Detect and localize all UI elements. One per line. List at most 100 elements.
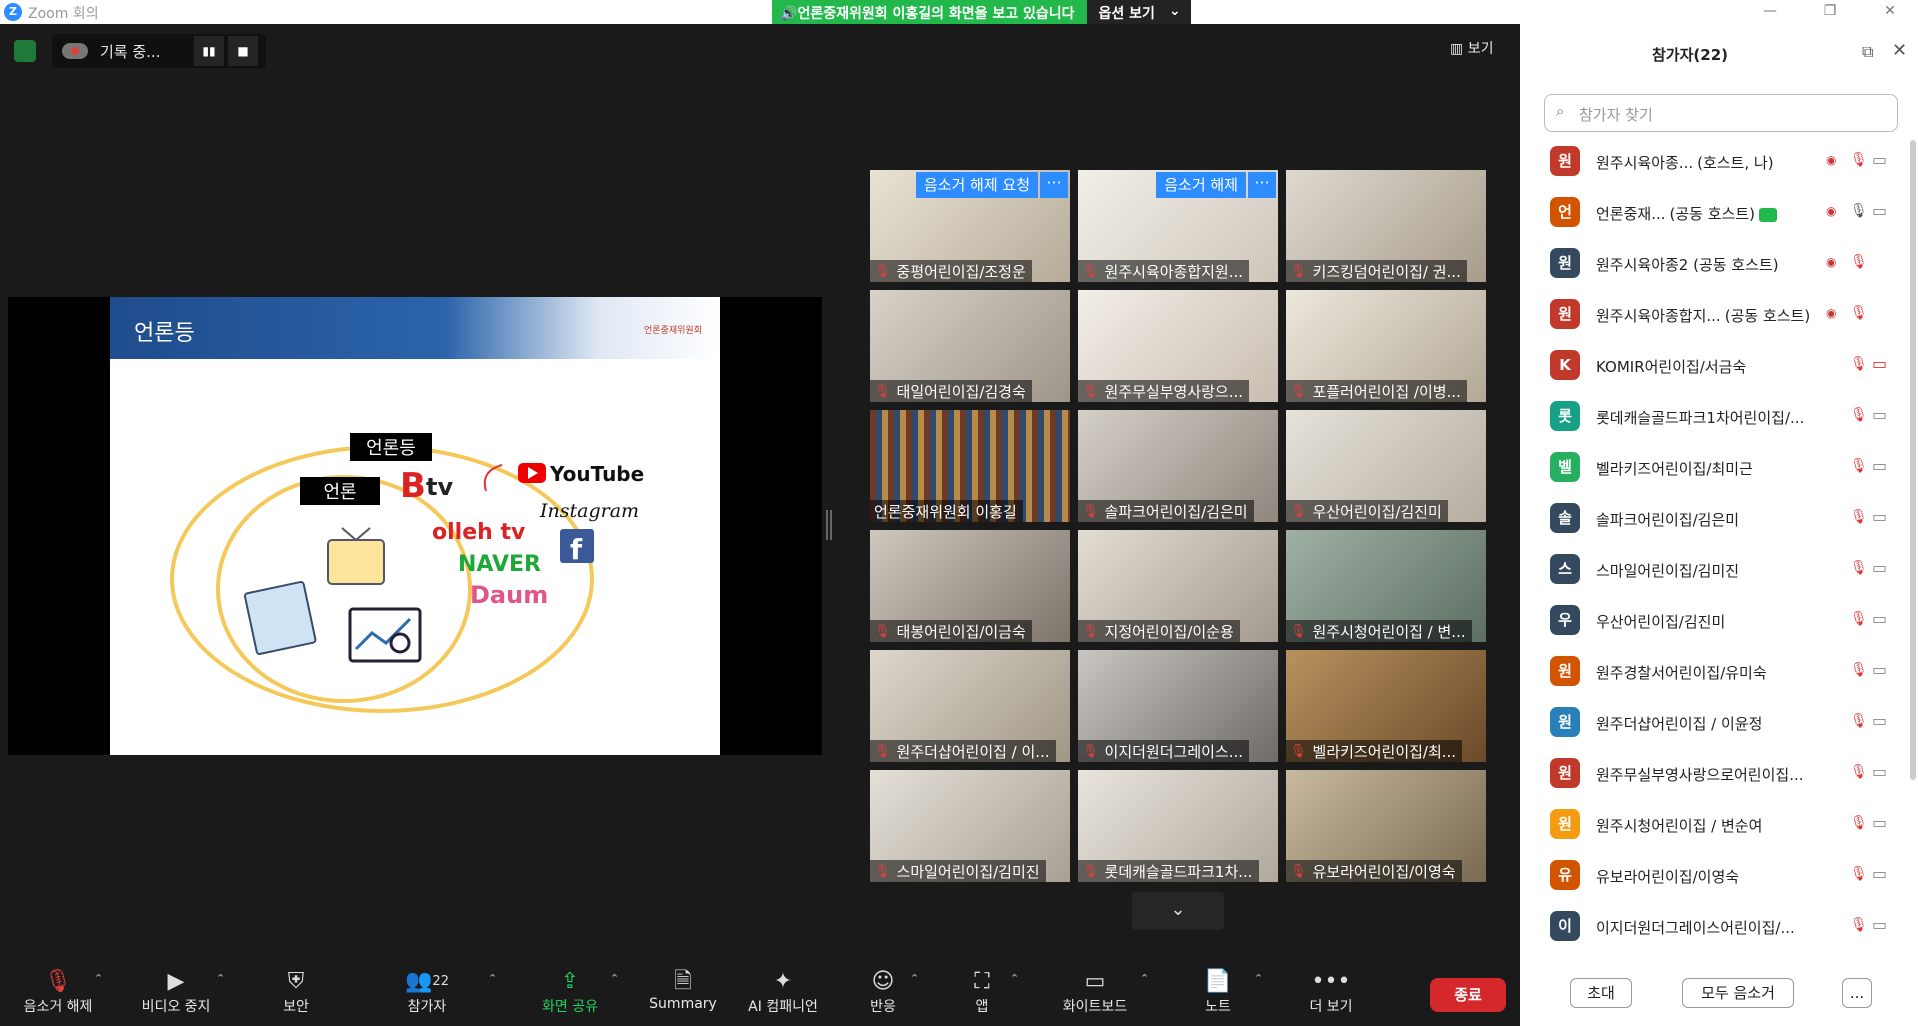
unmute-request-badge[interactable]: 음소거 해제 요청 — [915, 172, 1038, 198]
whiteboard-button[interactable]: ▭ 화이트보드 ⌃ — [1058, 958, 1149, 1026]
video-tile[interactable]: 언론중재위원회 이홍길 — [870, 410, 1070, 522]
participant-row[interactable]: 롯 롯데캐슬골드파크1차어린이집/... 🎙 ▭ — [1520, 392, 1910, 443]
video-camera-icon[interactable]: ▭ — [1872, 558, 1887, 577]
participant-row[interactable]: 원 원주경찰서어린이집/유미숙 🎙 ▭ — [1520, 647, 1910, 698]
video-tile[interactable]: 🎙 태일어린이집/김경숙 — [870, 290, 1070, 402]
mic-muted-icon[interactable]: 🎙 — [1850, 509, 1868, 525]
security-button[interactable]: ⛨ 보안 — [280, 958, 312, 1026]
video-tile[interactable]: 🎙 솔파크어린이집/김은미 — [1078, 410, 1278, 522]
split-resize-handle[interactable] — [826, 510, 832, 540]
more-button[interactable]: ••• 더 보기 — [1306, 958, 1356, 1026]
tile-more-icon[interactable]: ··· — [1040, 172, 1068, 198]
video-camera-icon[interactable]: ▭ — [1872, 507, 1887, 526]
participant-row[interactable]: 원 원주시육아종합지... (공동 호스트) ◉ 🎙 — [1520, 290, 1910, 341]
share-screen-button[interactable]: ⇪ 화면 공유 ⌃ — [538, 958, 619, 1026]
video-tile[interactable]: 🎙 이지더원더그레이스... — [1078, 650, 1278, 762]
video-camera-icon[interactable]: ▭ — [1872, 150, 1887, 169]
video-off-icon[interactable]: ▭ — [1872, 354, 1887, 373]
video-tile[interactable]: 🎙 태봉어린이집/이금숙 — [870, 530, 1070, 642]
video-tile[interactable]: 🎙 키즈킹덤어린이집/ 권... — [1286, 170, 1486, 282]
video-tile[interactable]: 🎙 스마일어린이집/김미진 — [870, 770, 1070, 882]
encryption-shield-icon[interactable] — [14, 40, 36, 62]
mic-muted-icon[interactable]: 🎙 — [1850, 866, 1868, 882]
chevron-up-icon[interactable]: ⌃ — [216, 972, 225, 985]
participant-row[interactable]: 유 유보라어린이집/이영숙 🎙 ▭ — [1520, 851, 1910, 902]
minimize-icon[interactable]: — — [1750, 0, 1790, 24]
participant-row[interactable]: 원 원주무실부영사랑으로어린이집... 🎙 ▭ — [1520, 749, 1910, 800]
video-tile[interactable]: 음소거 해제 ··· 🎙 원주시육아종합지원... — [1078, 170, 1278, 282]
participant-row[interactable]: 이 이지더원더그레이스어린이집/... 🎙 ▭ — [1520, 902, 1910, 953]
mic-muted-icon[interactable]: 🎙 — [1850, 815, 1868, 831]
mic-muted-icon[interactable]: 🎙 — [1850, 152, 1868, 168]
chevron-up-icon[interactable]: ⌃ — [1140, 972, 1149, 985]
video-tile[interactable]: 🎙 포플러어린이집 /이병... — [1286, 290, 1486, 402]
video-tile[interactable]: 🎙 원주시청어린이집 / 변... — [1286, 530, 1486, 642]
invite-button[interactable]: 초대 — [1570, 978, 1632, 1008]
notes-button[interactable]: 📄 노트 ⌃ — [1204, 958, 1263, 1026]
video-camera-icon[interactable]: ▭ — [1872, 864, 1887, 883]
participant-row[interactable]: 원 원주시청어린이집 / 변순여 🎙 ▭ — [1520, 800, 1910, 851]
video-camera-icon[interactable]: ▭ — [1872, 609, 1887, 628]
panel-more-button[interactable]: ... — [1842, 978, 1872, 1008]
chevron-up-icon[interactable]: ⌃ — [1254, 972, 1263, 985]
mic-muted-icon[interactable]: 🎙 — [1850, 560, 1868, 576]
view-options-button[interactable]: 옵션 보기 ⌄ — [1086, 0, 1191, 24]
video-camera-icon[interactable]: ▭ — [1872, 762, 1887, 781]
mic-muted-icon[interactable]: 🎙 — [1850, 305, 1868, 321]
ai-companion-button[interactable]: ✦ AI 컴패니언 — [744, 958, 822, 1026]
participant-row[interactable]: 원 원주시육아종2 (공동 호스트) ◉ 🎙 — [1520, 239, 1910, 290]
mic-muted-icon[interactable]: 🎙 — [1850, 917, 1868, 933]
mic-muted-icon[interactable]: 🎙 — [1850, 662, 1868, 678]
unmute-button[interactable]: 🎙 음소거 해제 ⌃ — [16, 958, 104, 1026]
end-meeting-button[interactable]: 종료 — [1430, 978, 1506, 1012]
mute-all-button[interactable]: 모두 음소거 — [1682, 978, 1794, 1008]
video-tile[interactable]: 음소거 해제 요청 ··· 🎙 중평어린이집/조정운 — [870, 170, 1070, 282]
video-camera-icon[interactable]: ▭ — [1872, 660, 1887, 679]
mic-icon[interactable]: 🎙 — [1850, 203, 1868, 219]
reactions-button[interactable]: ☺ 반응 ⌃ — [868, 958, 919, 1026]
participant-row[interactable]: K KOMIR어린이집/서금숙 🎙 ▭ — [1520, 341, 1910, 392]
close-icon[interactable]: ✕ — [1892, 40, 1907, 61]
close-window-icon[interactable]: ✕ — [1870, 0, 1910, 24]
participant-row[interactable]: 원 원주더샵어린이집 / 이윤정 🎙 ▭ — [1520, 698, 1910, 749]
chevron-up-icon[interactable]: ⌃ — [910, 972, 919, 985]
participants-button[interactable]: 👥22 참가자 ⌃ — [402, 958, 497, 1026]
next-page-button[interactable]: ⌄ — [1132, 892, 1224, 930]
popout-icon[interactable]: ⧉ — [1862, 42, 1873, 62]
participant-row[interactable]: 언 언론중재... (공동 호스트) ◉ 🎙 ▭ — [1520, 188, 1910, 239]
chevron-up-icon[interactable]: ⌃ — [610, 972, 619, 985]
tile-more-icon[interactable]: ··· — [1248, 172, 1276, 198]
video-tile[interactable]: 🎙 벨라키즈어린이집/최... — [1286, 650, 1486, 762]
video-camera-icon[interactable]: ▭ — [1872, 813, 1887, 832]
chevron-up-icon[interactable]: ⌃ — [1010, 972, 1019, 985]
summary-button[interactable]: 🗎 Summary — [649, 958, 717, 1026]
mic-muted-icon[interactable]: 🎙 — [1850, 356, 1868, 372]
mic-muted-icon[interactable]: 🎙 — [1850, 407, 1868, 423]
participant-search-input[interactable]: 참가자 찾기 — [1544, 94, 1898, 132]
pause-recording-button[interactable]: ▮▮ — [194, 36, 224, 66]
video-camera-icon[interactable]: ▭ — [1872, 405, 1887, 424]
video-tile[interactable]: 🎙 원주더샵어린이집 / 이... — [870, 650, 1070, 762]
view-button[interactable]: ▥ 보기 — [1450, 38, 1493, 58]
stop-recording-button[interactable]: ■ — [228, 36, 258, 66]
unmute-request-badge[interactable]: 음소거 해제 — [1156, 172, 1246, 198]
panel-scrollbar[interactable] — [1910, 140, 1916, 780]
participant-row[interactable]: 스 스마일어린이집/김미진 🎙 ▭ — [1520, 545, 1910, 596]
video-tile[interactable]: 🎙 우산어린이집/김진미 — [1286, 410, 1486, 522]
mic-muted-icon[interactable]: 🎙 — [1850, 254, 1868, 270]
participant-row[interactable]: 솔 솔파크어린이집/김은미 🎙 ▭ — [1520, 494, 1910, 545]
chevron-up-icon[interactable]: ⌃ — [488, 972, 497, 985]
video-camera-icon[interactable]: ▭ — [1872, 915, 1887, 934]
mic-muted-icon[interactable]: 🎙 — [1850, 764, 1868, 780]
participant-row[interactable]: 벨 벨라키즈어린이집/최미근 🎙 ▭ — [1520, 443, 1910, 494]
video-tile[interactable]: 🎙 유보라어린이집/이영숙 — [1286, 770, 1486, 882]
video-camera-icon[interactable]: ▭ — [1872, 711, 1887, 730]
mic-muted-icon[interactable]: 🎙 — [1850, 458, 1868, 474]
video-camera-icon[interactable]: ▭ — [1872, 456, 1887, 475]
mic-muted-icon[interactable]: 🎙 — [1850, 611, 1868, 627]
participant-row[interactable]: 우 우산어린이집/김진미 🎙 ▭ — [1520, 596, 1910, 647]
maximize-icon[interactable]: ❐ — [1810, 0, 1850, 24]
video-tile[interactable]: 🎙 원주무실부영사랑으... — [1078, 290, 1278, 402]
mic-muted-icon[interactable]: 🎙 — [1850, 713, 1868, 729]
chevron-up-icon[interactable]: ⌃ — [94, 972, 103, 985]
